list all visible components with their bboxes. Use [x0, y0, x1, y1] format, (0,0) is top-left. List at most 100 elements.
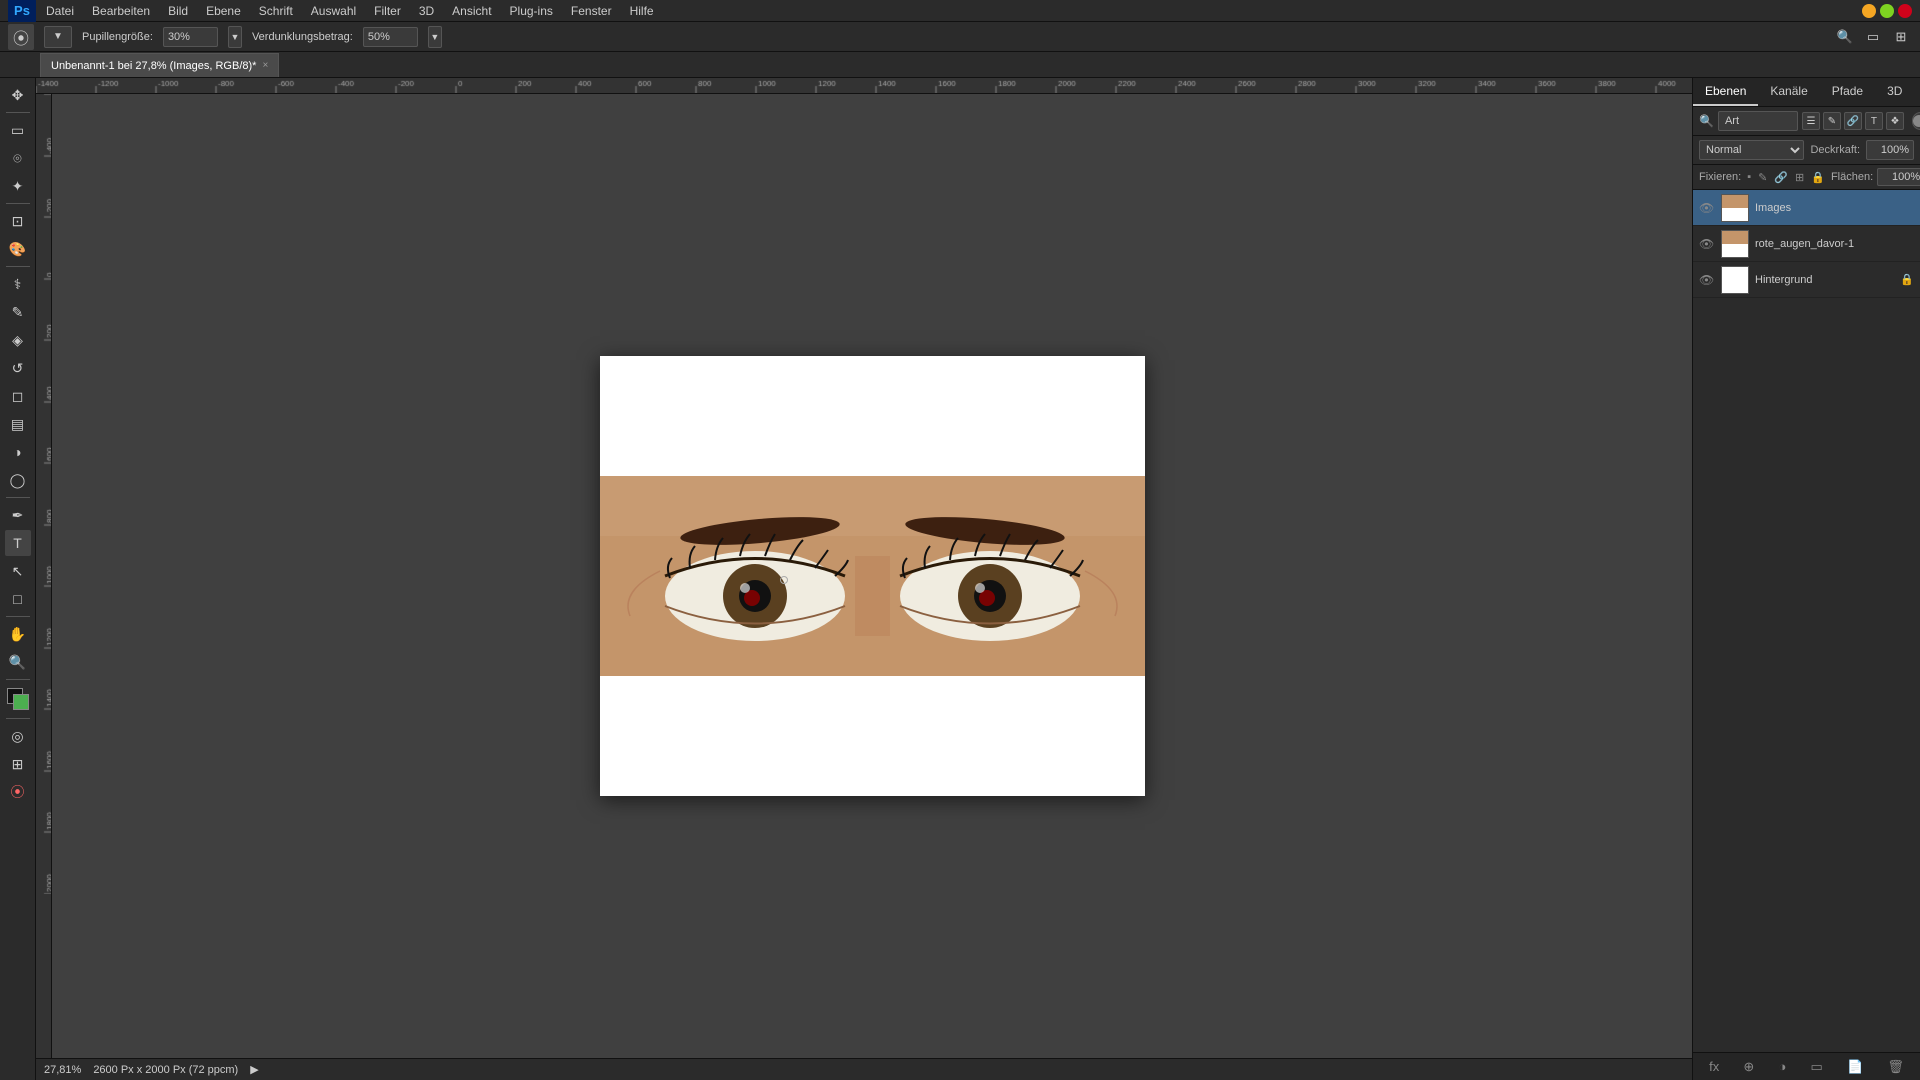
menu-filter[interactable]: Filter	[366, 2, 409, 20]
layer-item-hintergrund[interactable]: 👁 Hintergrund 🔒	[1693, 262, 1920, 298]
background-color[interactable]	[13, 694, 29, 710]
opacity-input[interactable]	[1866, 140, 1914, 160]
menu-hilfe[interactable]: Hilfe	[622, 2, 662, 20]
filter-adjustment-icon[interactable]: ✎	[1823, 112, 1841, 130]
eraser-tool[interactable]: ◻	[5, 383, 31, 409]
filter-smart-icon[interactable]: ❖	[1886, 112, 1904, 130]
new-layer-button[interactable]: 📄	[1843, 1057, 1867, 1077]
document-canvas	[600, 356, 1145, 796]
brush-tool[interactable]: ✎	[5, 299, 31, 325]
quick-select-tool[interactable]: ✦	[5, 173, 31, 199]
fill-label: Flächen:	[1831, 171, 1873, 183]
eyes-svg	[600, 476, 1145, 676]
group-layer-button[interactable]: ▭	[1806, 1057, 1826, 1077]
options-right-icons: 🔍 ▭ ⊞	[1834, 26, 1912, 48]
blur-tool[interactable]: ◑	[5, 439, 31, 465]
layer-item-rote[interactable]: 👁 rote_augen_davor-1	[1693, 226, 1920, 262]
fill-input[interactable]	[1877, 168, 1920, 186]
menu-ansicht[interactable]: Ansicht	[444, 2, 499, 20]
hand-tool[interactable]: ✋	[5, 621, 31, 647]
dodge-tool[interactable]: ◯	[5, 467, 31, 493]
status-arrow: ▶	[250, 1063, 258, 1076]
tab-3d[interactable]: 3D	[1875, 78, 1914, 106]
text-tool[interactable]: T	[5, 530, 31, 556]
pen-tool[interactable]: ✒	[5, 502, 31, 528]
move-tool[interactable]: ✥	[5, 82, 31, 108]
canvas-eyes-area	[600, 476, 1145, 676]
quick-mask-tool[interactable]: ◎	[5, 723, 31, 749]
delete-layer-button[interactable]: 🗑	[1883, 1057, 1908, 1077]
menu-plugins[interactable]: Plug-ins	[502, 2, 561, 20]
lock-position-icon[interactable]: 🔗	[1772, 170, 1790, 185]
lasso-tool[interactable]: ⌾	[5, 145, 31, 171]
history-brush-tool[interactable]: ↺	[5, 355, 31, 381]
screen-mode-tool[interactable]: ⊞	[5, 751, 31, 777]
path-selection-tool[interactable]: ↖	[5, 558, 31, 584]
status-bar: 27,81% 2600 Px x 2000 Px (72 ppcm) ▶	[36, 1058, 1692, 1080]
layer-type-dropdown[interactable]	[1718, 111, 1798, 131]
tab-close-button[interactable]: ×	[262, 60, 268, 71]
opacity-label: Deckrkaft:	[1810, 144, 1860, 156]
adjustment-layer-button[interactable]: ◑	[1774, 1057, 1790, 1076]
close-button[interactable]: ×	[1898, 4, 1912, 18]
filter-pixel-icon[interactable]: ☰	[1802, 112, 1820, 130]
tab-ebenen[interactable]: Ebenen	[1693, 78, 1758, 106]
filter-toggle[interactable]	[1912, 112, 1920, 130]
tab-bar: Unbenannt-1 bei 27,8% (Images, RGB/8)* ×	[0, 52, 1920, 78]
menu-bearbeiten[interactable]: Bearbeiten	[84, 2, 158, 20]
spot-heal-tool[interactable]: ⚕	[5, 271, 31, 297]
redeye-tool-active[interactable]: ⦿	[5, 779, 31, 805]
add-mask-button[interactable]: ⊕	[1739, 1057, 1758, 1077]
zoom-tool[interactable]: 🔍	[5, 649, 31, 675]
canvas-inner	[36, 94, 1692, 1058]
menu-bild[interactable]: Bild	[160, 2, 196, 20]
filter-type-icon[interactable]: 🔗	[1844, 112, 1862, 130]
lock-all-icon[interactable]: 🔒	[1809, 170, 1827, 185]
pupil-size-input[interactable]	[163, 27, 218, 47]
crop-tool[interactable]: ⊡	[5, 208, 31, 234]
lock-artboard-icon[interactable]: ⊞	[1793, 170, 1806, 185]
left-toolbar: ✥ ▭ ⌾ ✦ ⊡ 🎨 ⚕ ✎ ◈ ↺ ◻ ▤ ◑ ◯ ✒ T ↖ □ ✋ 🔍 …	[0, 78, 36, 1080]
minimize-button[interactable]: −	[1862, 4, 1876, 18]
eyedropper-tool[interactable]: 🎨	[5, 236, 31, 262]
darkening-input[interactable]	[363, 27, 418, 47]
pupil-label: Pupillengröße:	[82, 31, 153, 43]
layer-item-images[interactable]: 👁 Images	[1693, 190, 1920, 226]
gradient-tool[interactable]: ▤	[5, 411, 31, 437]
layer-visibility-rote[interactable]: 👁	[1699, 237, 1715, 251]
maximize-button[interactable]: □	[1880, 4, 1894, 18]
lock-icons: ▪ ✎ 🔗 ⊞ 🔒	[1745, 170, 1827, 185]
tab-kanaele[interactable]: Kanäle	[1758, 78, 1819, 106]
darkening-dropdown[interactable]: ▼	[428, 26, 442, 48]
lock-image-icon[interactable]: ✎	[1756, 170, 1769, 185]
options-bar: ⦿ ▼ Pupillengröße: ▼ Verdunklungsbetrag:…	[0, 22, 1920, 52]
lock-label: Fixieren:	[1699, 171, 1741, 183]
filter-shape-icon[interactable]: T	[1865, 112, 1883, 130]
menu-3d[interactable]: 3D	[411, 2, 442, 20]
layer-visibility-hintergrund[interactable]: 👁	[1699, 273, 1715, 287]
blend-mode-dropdown[interactable]: Normal	[1699, 140, 1804, 160]
menu-ebene[interactable]: Ebene	[198, 2, 249, 20]
menu-datei[interactable]: Datei	[38, 2, 82, 20]
tool-preset-picker[interactable]: ▼	[44, 26, 72, 48]
clone-stamp-tool[interactable]: ◈	[5, 327, 31, 353]
workspace-icon[interactable]: ▭	[1862, 26, 1884, 48]
fx-button[interactable]: fx	[1705, 1057, 1723, 1076]
lock-transparent-icon[interactable]: ▪	[1745, 170, 1753, 185]
tab-pfade[interactable]: Pfade	[1820, 78, 1875, 106]
document-tab[interactable]: Unbenannt-1 bei 27,8% (Images, RGB/8)* ×	[40, 53, 279, 77]
tool-separator-4	[6, 497, 30, 498]
canvas-scroll-area[interactable]	[52, 94, 1692, 1058]
layer-bottom-bar: fx ⊕ ◑ ▭ 📄 🗑	[1693, 1052, 1920, 1080]
marquee-tool[interactable]: ▭	[5, 117, 31, 143]
search-icon[interactable]: 🔍	[1834, 26, 1856, 48]
menu-fenster[interactable]: Fenster	[563, 2, 620, 20]
layer-visibility-images[interactable]: 👁	[1699, 201, 1715, 215]
shape-tool[interactable]: □	[5, 586, 31, 612]
pupil-size-dropdown[interactable]: ▼	[228, 26, 242, 48]
layers-panel: 🔍 ☰ ✎ 🔗 T ❖ Normal Deckrkaft:	[1693, 107, 1920, 1080]
arrange-icon[interactable]: ⊞	[1890, 26, 1912, 48]
color-swatch[interactable]	[7, 688, 29, 710]
menu-schrift[interactable]: Schrift	[251, 2, 301, 20]
menu-auswahl[interactable]: Auswahl	[303, 2, 364, 20]
